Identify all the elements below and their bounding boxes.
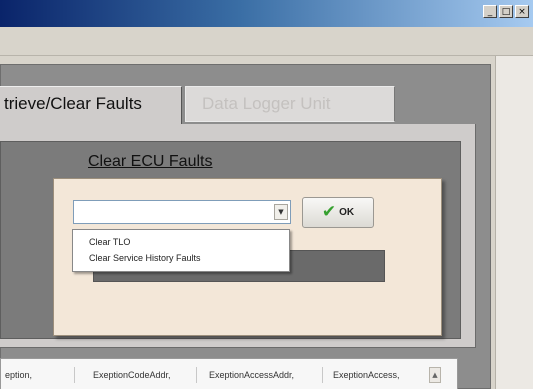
fault-table-header: eption, ExeptionCodeAddr, ExeptionAccess… (0, 358, 458, 389)
window-title-bar: _ □ × (0, 0, 533, 27)
menu-strip (0, 27, 533, 56)
window-controls: _ □ × (483, 5, 529, 18)
column-header-exception-code-addr[interactable]: ExeptionCodeAddr, (87, 367, 197, 383)
column-header-exception-access-addr[interactable]: ExeptionAccessAddr, (205, 367, 323, 383)
maximize-button[interactable]: □ (499, 5, 513, 18)
tab-retrieve-clear-faults[interactable]: trieve/Clear Faults (0, 86, 182, 126)
fault-type-dropdown-list: Clear TLO Clear Service History Faults (72, 229, 290, 272)
checkmark-icon: ✔ (321, 202, 337, 222)
column-header-exception[interactable]: eption, (5, 367, 75, 383)
minimize-button[interactable]: _ (483, 5, 497, 18)
right-side-strip (495, 56, 533, 389)
dropdown-option-clear-service-history[interactable]: Clear Service History Faults (73, 250, 289, 266)
dropdown-option-clear-tlo[interactable]: Clear TLO (73, 234, 289, 250)
fault-type-combobox[interactable]: ▼ (73, 200, 291, 224)
scroll-up-icon[interactable]: ▲ (429, 367, 441, 383)
clear-ecu-faults-title: Clear ECU Faults (88, 153, 213, 170)
tab-data-logger-unit[interactable]: Data Logger Unit (185, 86, 395, 122)
column-header-exception-access[interactable]: ExeptionAccess, (327, 367, 423, 383)
ok-button-label: OK (339, 207, 355, 218)
close-button[interactable]: × (515, 5, 529, 18)
ok-button[interactable]: ✔ OK (302, 197, 374, 228)
chevron-down-icon[interactable]: ▼ (274, 204, 288, 220)
